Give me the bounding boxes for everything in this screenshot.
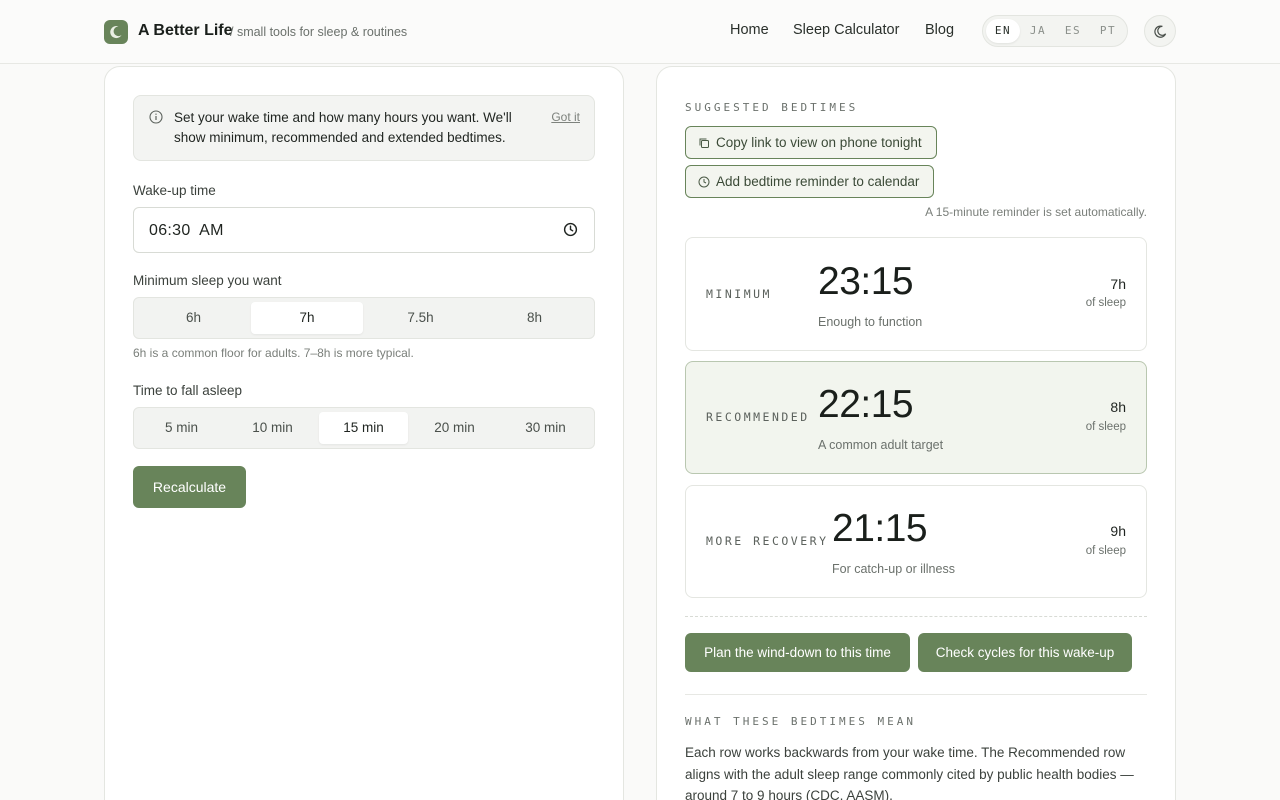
- nav-home[interactable]: Home: [730, 22, 769, 38]
- bedtime-row-more-recovery[interactable]: MORE RECOVERY 21:15 For catch-up or illn…: [685, 485, 1147, 598]
- row-sub: For catch-up or illness: [832, 562, 955, 576]
- explain-title: WHAT THESE BEDTIMES MEAN: [685, 715, 916, 728]
- bedtime-row-minimum[interactable]: MINIMUM 23:15 Enough to function 7h of s…: [685, 237, 1147, 351]
- copy-link-button[interactable]: Copy link to view on phone tonight: [685, 126, 937, 159]
- info-banner: Set your wake time and how many hours yo…: [133, 95, 595, 161]
- recalculate-button[interactable]: Recalculate: [133, 466, 246, 508]
- row-label: MORE RECOVERY: [706, 534, 829, 548]
- logo-moon-icon[interactable]: [104, 20, 128, 44]
- min-sleep-label: Minimum sleep you want: [133, 273, 282, 288]
- lang-en[interactable]: EN: [986, 19, 1020, 43]
- add-reminder-button[interactable]: Add bedtime reminder to calendar: [685, 165, 934, 198]
- brand-name[interactable]: A Better Life: [138, 22, 233, 40]
- fall-option-15[interactable]: 15 min: [319, 412, 408, 444]
- clock-icon[interactable]: [563, 222, 578, 237]
- dismiss-link[interactable]: Got it: [551, 110, 580, 124]
- theme-toggle-button[interactable]: [1144, 15, 1176, 47]
- moon-icon: [1153, 24, 1166, 38]
- nav-blog[interactable]: Blog: [925, 22, 954, 38]
- wake-time-label: Wake-up time: [133, 183, 216, 198]
- lang-es[interactable]: ES: [1056, 19, 1090, 43]
- row-hours: 7h: [1110, 276, 1126, 292]
- sleep-hint: 6h is a common floor for adults. 7–8h is…: [133, 346, 414, 360]
- sleep-option-7-5h[interactable]: 7.5h: [364, 302, 477, 334]
- row-label: MINIMUM: [706, 287, 772, 301]
- fall-option-30[interactable]: 30 min: [501, 412, 590, 444]
- nav-sleep-calculator[interactable]: Sleep Calculator: [793, 22, 899, 38]
- sleep-option-8h[interactable]: 8h: [478, 302, 591, 334]
- clock-icon: [698, 176, 710, 187]
- divider: [685, 616, 1147, 617]
- suggested-bedtimes-title: SUGGESTED BEDTIMES: [685, 101, 859, 114]
- row-of: of sleep: [1085, 545, 1126, 557]
- info-text: Set your wake time and how many hours yo…: [174, 110, 512, 145]
- row-hours: 9h: [1110, 523, 1126, 539]
- copy-link-label: Copy link to view on phone tonight: [716, 135, 922, 150]
- fall-option-10[interactable]: 10 min: [228, 412, 317, 444]
- fall-option-20[interactable]: 20 min: [410, 412, 499, 444]
- sleep-option-7h[interactable]: 7h: [251, 302, 363, 334]
- calculator-card: Set your wake time and how many hours yo…: [104, 66, 624, 800]
- brand-tagline: / small tools for sleep & routines: [230, 25, 408, 39]
- check-cycles-button[interactable]: Check cycles for this wake-up: [918, 633, 1132, 672]
- row-hours: 8h: [1110, 399, 1126, 415]
- row-time: 23:15: [818, 260, 914, 303]
- explain-text: Each row works backwards from your wake …: [685, 745, 1134, 800]
- fall-asleep-selector: 5 min 10 min 15 min 20 min 30 min: [133, 407, 595, 449]
- row-time: 22:15: [818, 383, 914, 426]
- row-sub: A common adult target: [818, 438, 944, 452]
- row-of: of sleep: [1085, 421, 1126, 433]
- wake-time-value: 06:30 AM: [149, 222, 224, 239]
- sleep-option-6h[interactable]: 6h: [137, 302, 250, 334]
- plan-wind-down-button[interactable]: Plan the wind-down to this time: [685, 633, 910, 672]
- row-time: 21:15: [832, 507, 928, 550]
- info-icon: [149, 110, 163, 124]
- lang-pt[interactable]: PT: [1091, 19, 1125, 43]
- row-of: of sleep: [1085, 297, 1126, 309]
- row-sub: Enough to function: [818, 315, 923, 329]
- add-reminder-label: Add bedtime reminder to calendar: [716, 174, 920, 189]
- wake-time-input[interactable]: 06:30 AM: [133, 207, 595, 253]
- divider: [685, 694, 1147, 695]
- language-switcher: EN JA ES PT: [982, 15, 1128, 47]
- reminder-note: A 15-minute reminder is set automaticall…: [925, 205, 1147, 219]
- min-sleep-selector: 6h 7h 7.5h 8h: [133, 297, 595, 339]
- results-card: SUGGESTED BEDTIMES Copy link to view on …: [656, 66, 1176, 800]
- fall-asleep-label: Time to fall asleep: [133, 383, 243, 398]
- bedtime-row-recommended[interactable]: RECOMMENDED 22:15 A common adult target …: [685, 361, 1147, 474]
- row-label: RECOMMENDED: [706, 410, 810, 424]
- lang-ja[interactable]: JA: [1021, 19, 1055, 43]
- copy-icon: [699, 138, 709, 148]
- fall-option-5[interactable]: 5 min: [137, 412, 226, 444]
- site-header: A Better Life / small tools for sleep & …: [0, 0, 1280, 64]
